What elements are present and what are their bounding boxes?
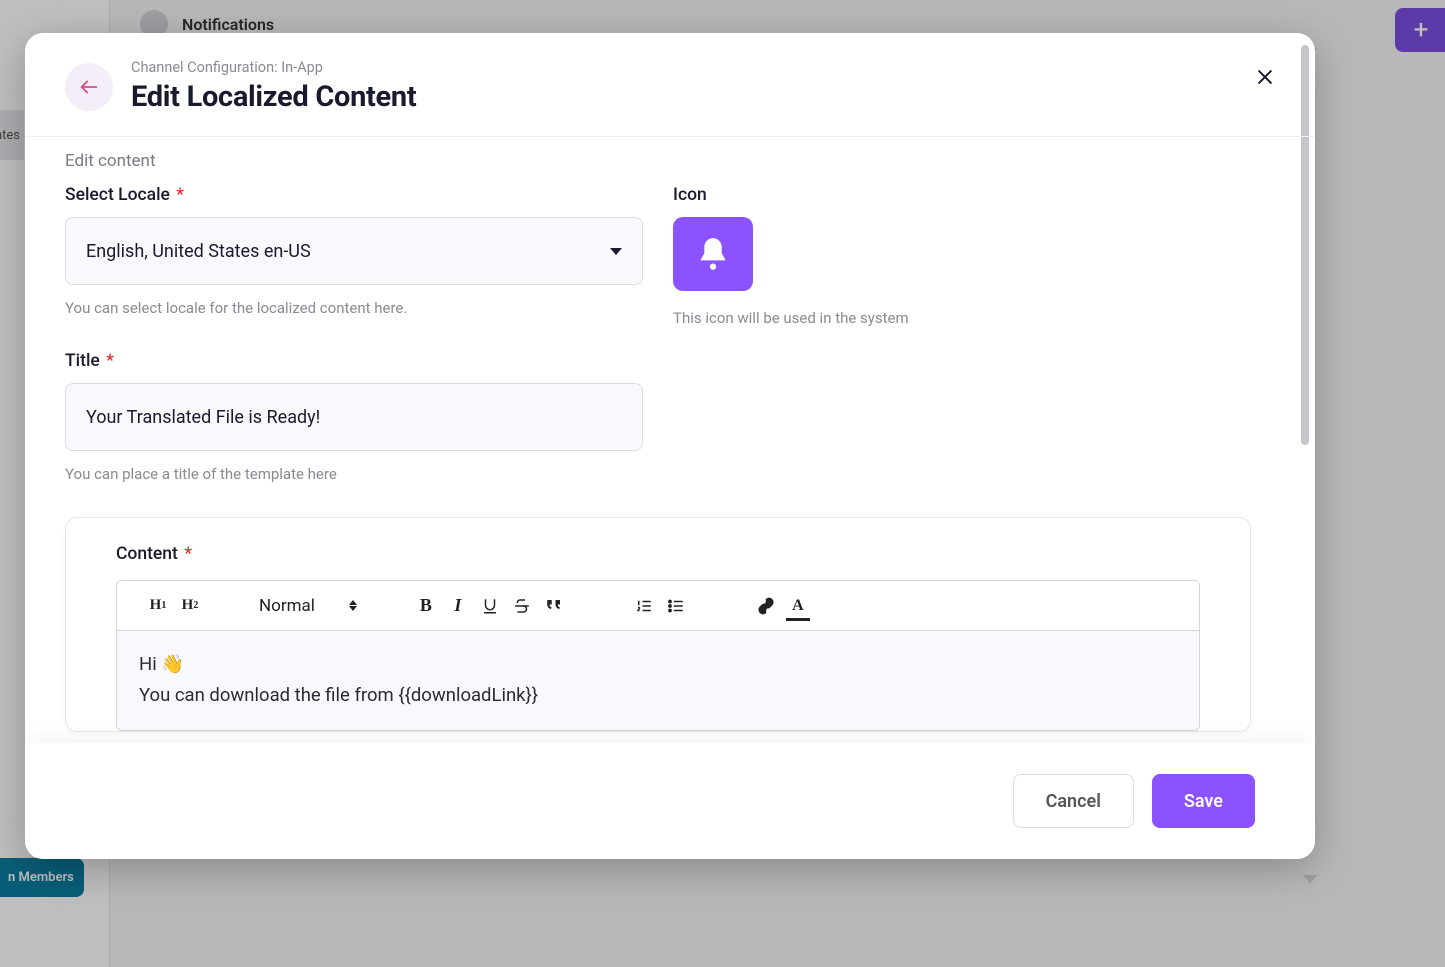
icon-preview[interactable] <box>673 217 753 291</box>
wave-emoji-icon: 👋 <box>161 653 184 675</box>
title-block: Title * You can place a title of the tem… <box>65 351 643 483</box>
cancel-button[interactable]: Cancel <box>1013 774 1134 828</box>
toolbar-paragraph-select[interactable]: Normal <box>255 596 361 616</box>
toolbar-h1-button[interactable]: H1 <box>147 595 169 617</box>
modal-header-text: Channel Configuration: In-App Edit Local… <box>131 59 416 114</box>
underline-icon <box>481 597 499 615</box>
back-button[interactable] <box>65 63 113 111</box>
locale-helper: You can select locale for the localized … <box>65 299 643 317</box>
content-card: Content * H1 H2 Normal <box>65 517 1251 732</box>
close-icon <box>1254 66 1276 88</box>
toolbar-text-color-button[interactable]: A <box>787 595 809 617</box>
locale-column: Select Locale * English, United States e… <box>65 185 643 483</box>
title-input-wrapper <box>65 383 643 451</box>
edit-localized-content-modal: Channel Configuration: In-App Edit Local… <box>25 33 1315 859</box>
bg-add-button[interactable]: + <box>1395 8 1445 52</box>
required-asterisk: * <box>172 185 184 205</box>
icon-column: Icon This icon will be used in the syste… <box>673 185 1275 483</box>
modal-body: Edit content Select Locale * English, Un… <box>25 137 1315 743</box>
content-label: Content * <box>116 544 1200 564</box>
toolbar-link-button[interactable] <box>755 595 777 617</box>
title-input[interactable] <box>86 407 622 428</box>
toolbar-h2-button[interactable]: H2 <box>179 595 201 617</box>
editor-toolbar: H1 H2 Normal B I <box>117 581 1199 631</box>
link-icon <box>757 597 775 615</box>
editor-line-1: Hi 👋 <box>139 649 1177 680</box>
icon-label: Icon <box>673 185 1275 205</box>
locale-select-value: English, United States en-US <box>86 241 311 262</box>
modal-footer: Cancel Save <box>25 743 1315 859</box>
save-button[interactable]: Save <box>1152 774 1255 828</box>
bell-icon <box>694 235 732 273</box>
icon-helper: This icon will be used in the system <box>673 309 1275 327</box>
required-asterisk: * <box>180 544 192 564</box>
required-asterisk: * <box>102 351 114 371</box>
editor-textarea[interactable]: Hi 👋 You can download the file from {{do… <box>117 631 1199 730</box>
toolbar-quote-button[interactable] <box>543 595 565 617</box>
strikethrough-icon <box>513 597 531 615</box>
toolbar-ol-button[interactable] <box>633 595 655 617</box>
toolbar-strike-button[interactable] <box>511 595 533 617</box>
quote-icon <box>545 597 563 615</box>
ordered-list-icon <box>635 597 653 615</box>
content-editor: H1 H2 Normal B I <box>116 580 1200 731</box>
breadcrumb: Channel Configuration: In-App <box>131 59 416 76</box>
section-label: Edit content <box>65 151 1275 171</box>
toolbar-bold-button[interactable]: B <box>415 595 437 617</box>
locale-select[interactable]: English, United States en-US <box>65 217 643 285</box>
chevron-down-icon <box>610 248 622 255</box>
bg-members-button[interactable]: n Members <box>0 858 84 897</box>
unordered-list-icon <box>667 597 685 615</box>
title-helper: You can place a title of the template he… <box>65 465 643 483</box>
toolbar-underline-button[interactable] <box>479 595 501 617</box>
bg-tab-fragment: ates <box>0 110 24 160</box>
bg-header-title: Notifications <box>182 15 274 34</box>
editor-line-2: You can download the file from {{downloa… <box>139 680 1177 711</box>
close-button[interactable] <box>1251 63 1279 91</box>
modal-shell: Channel Configuration: In-App Edit Local… <box>25 33 1315 859</box>
arrow-left-icon <box>78 76 100 98</box>
scroll-arrow-down-icon[interactable] <box>1303 875 1317 884</box>
locale-label: Select Locale * <box>65 185 643 205</box>
title-label: Title * <box>65 351 643 371</box>
modal-header: Channel Configuration: In-App Edit Local… <box>25 33 1315 137</box>
toolbar-italic-button[interactable]: I <box>447 595 469 617</box>
toolbar-ul-button[interactable] <box>665 595 687 617</box>
modal-title: Edit Localized Content <box>131 80 416 114</box>
sort-arrows-icon <box>349 600 357 611</box>
